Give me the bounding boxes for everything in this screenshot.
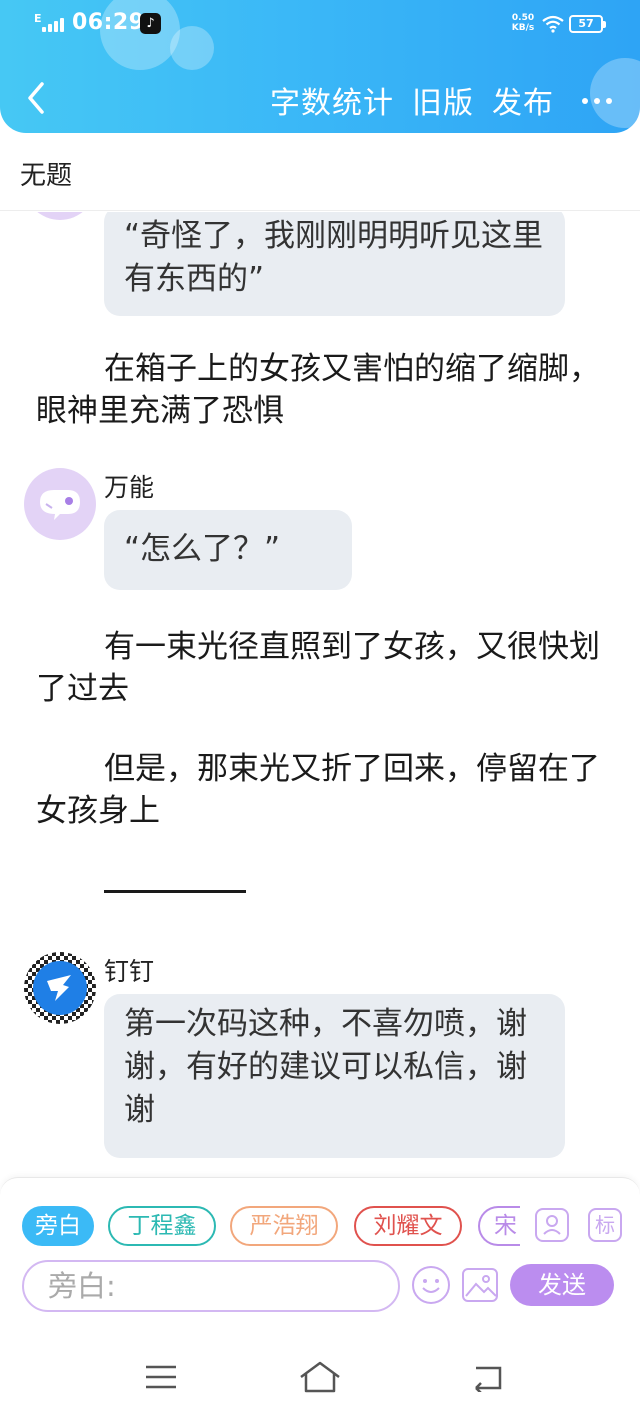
wifi-icon xyxy=(542,15,564,33)
story-content[interactable]: “奇怪了，我刚刚明明听见这里有东西的” 在箱子上的女孩又害怕的缩了缩脚，眼神里充… xyxy=(0,212,640,1177)
avatar xyxy=(24,952,96,1024)
header-toolbar: 字数统计 旧版 发布 xyxy=(270,78,614,122)
clock: 06:29 xyxy=(72,10,145,35)
battery-icon: 57 xyxy=(569,15,606,33)
role-input-panel: 旁白 丁程鑫 严浩翔 刘耀文 宋 标 旁白: 发送 xyxy=(0,1177,640,1312)
dialogue-input[interactable]: 旁白: xyxy=(22,1260,400,1312)
home-icon[interactable] xyxy=(298,1360,342,1394)
role-chip-narrator[interactable]: 旁白 xyxy=(22,1206,94,1246)
dialogue-bubble[interactable]: “奇怪了，我刚刚明明听见这里有东西的” xyxy=(104,212,565,316)
chat-face-icon xyxy=(40,490,80,520)
old-version-button[interactable]: 旧版 xyxy=(412,78,474,122)
send-button[interactable]: 发送 xyxy=(510,1264,614,1306)
word-count-button[interactable]: 字数统计 xyxy=(270,78,394,122)
emoji-icon[interactable] xyxy=(412,1266,450,1304)
menu-icon[interactable] xyxy=(144,1364,178,1390)
narration-paragraph[interactable]: 有一束光径直照到了女孩，又很快划了过去 xyxy=(36,626,616,710)
signal-icon: E xyxy=(34,12,68,34)
dialogue-bubble[interactable]: 第一次码这种，不喜勿喷，谢谢，有好的建议可以私信，谢谢 xyxy=(104,994,565,1158)
app-header: E 06:29 ♪ 0.50 KB/s 57 字数统计 旧版 发布 xyxy=(0,0,640,133)
publish-button[interactable]: 发布 xyxy=(492,78,554,122)
speaker-name: 万能 xyxy=(104,473,155,502)
dialogue-bubble[interactable]: “怎么了？” xyxy=(104,510,352,590)
document-title[interactable]: 无题 xyxy=(20,155,72,192)
role-manage-icon[interactable] xyxy=(535,1208,569,1242)
back-arrow-icon[interactable] xyxy=(22,78,52,118)
network-speed: 0.50 KB/s xyxy=(511,13,535,33)
narration-paragraph[interactable]: 但是，那束光又折了回来，停留在了女孩身上 xyxy=(36,748,616,832)
role-chip[interactable]: 丁程鑫 xyxy=(108,1206,216,1246)
avatar xyxy=(24,212,96,220)
title-row[interactable]: 无题 xyxy=(0,133,640,211)
role-chip[interactable]: 宋 xyxy=(478,1206,520,1246)
tag-icon[interactable]: 标 xyxy=(588,1208,622,1242)
dingtalk-icon xyxy=(47,975,71,1001)
system-nav-bar xyxy=(0,1312,640,1422)
screen: E 06:29 ♪ 0.50 KB/s 57 字数统计 旧版 发布 无题 “奇怪… xyxy=(0,0,640,1422)
tiktok-notification-icon: ♪ xyxy=(140,13,161,34)
more-options-icon[interactable] xyxy=(580,80,614,120)
narration-paragraph[interactable]: 在箱子上的女孩又害怕的缩了缩脚，眼神里充满了恐惧 xyxy=(36,348,616,432)
image-icon[interactable] xyxy=(462,1268,498,1302)
section-divider xyxy=(104,890,246,893)
role-chip[interactable]: 严浩翔 xyxy=(230,1206,338,1246)
back-nav-icon[interactable] xyxy=(470,1364,506,1392)
status-bar: E 06:29 ♪ 0.50 KB/s 57 xyxy=(0,0,640,50)
speaker-name: 钉钉 xyxy=(104,957,155,986)
avatar xyxy=(24,468,96,540)
role-chip[interactable]: 刘耀文 xyxy=(354,1206,462,1246)
